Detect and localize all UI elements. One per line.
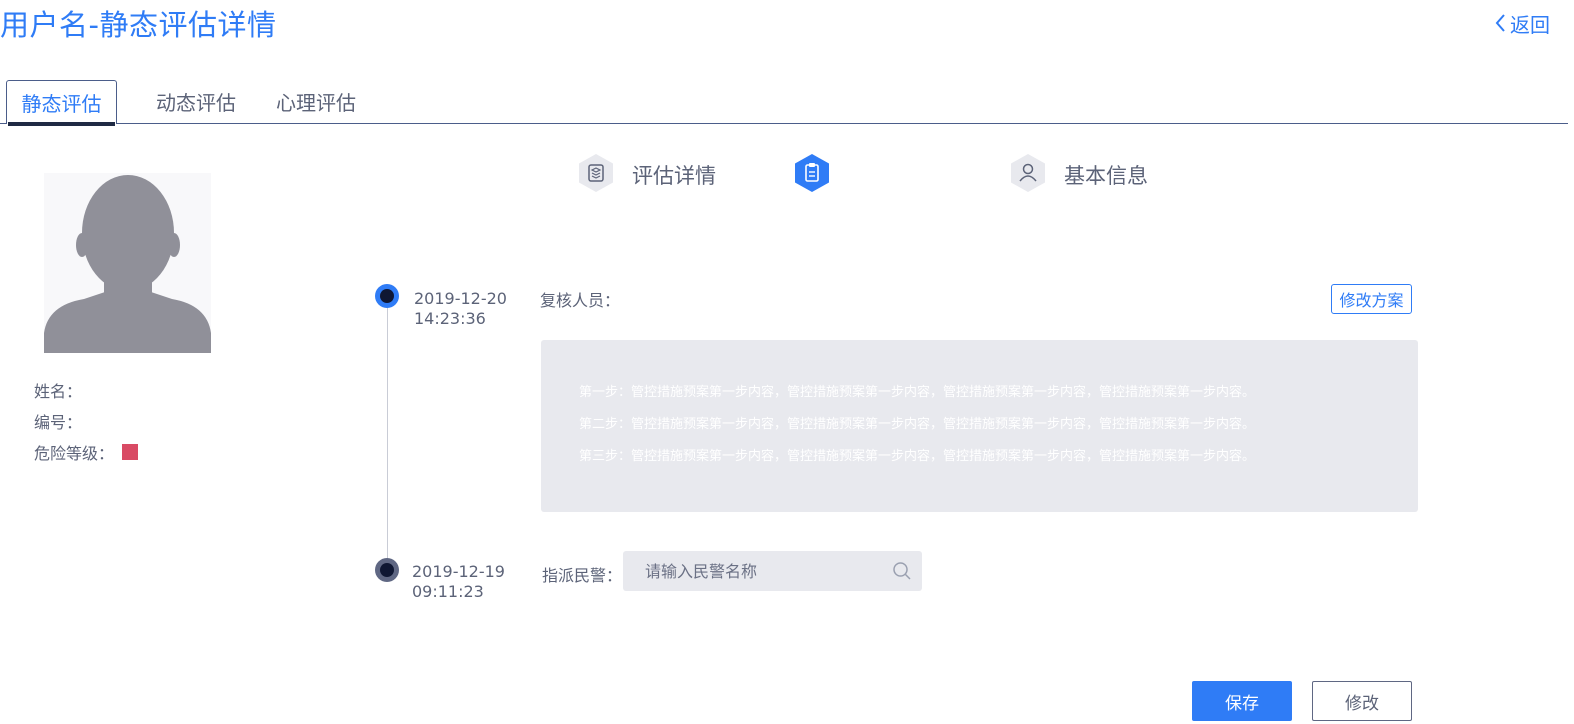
- timeline-time: 14:23:36: [414, 309, 486, 328]
- timeline-timestamp: 2019-12-19 09:11:23: [412, 562, 505, 602]
- chevron-left-icon: [1495, 14, 1505, 32]
- plan-panel: 第一步：管控措施预案第一步内容，管控措施预案第一步内容，管控措施预案第一步内容，…: [541, 340, 1418, 512]
- assign-officer-label: 指派民警：: [542, 566, 623, 585]
- search-icon[interactable]: [892, 561, 912, 581]
- user-silhouette-icon: [44, 175, 211, 353]
- page-title: 用户名-静态评估详情: [0, 8, 277, 42]
- tab-dynamic-assessment[interactable]: 动态评估: [152, 78, 240, 124]
- user-icon[interactable]: [1010, 153, 1046, 193]
- risk-level-label: 危险等级：: [34, 444, 115, 463]
- clipboard-icon[interactable]: [794, 153, 830, 193]
- edit-button[interactable]: 修改: [1312, 681, 1412, 721]
- avatar: [44, 173, 211, 353]
- save-button[interactable]: 保存: [1192, 681, 1292, 721]
- timeline-timestamp: 2019-12-20 14:23:36: [414, 289, 507, 329]
- timeline-date: 2019-12-19: [412, 562, 505, 581]
- plan-step-1: 第一步：管控措施预案第一步内容，管控措施预案第一步内容，管控措施预案第一步内容，…: [579, 385, 1256, 400]
- edit-plan-button[interactable]: 修改方案: [1331, 284, 1412, 314]
- name-label: 姓名：: [34, 382, 83, 401]
- id-label: 编号：: [34, 413, 83, 432]
- timeline-line: [387, 296, 388, 570]
- back-label: 返回: [1510, 12, 1550, 37]
- plan-step-2: 第二步：管控措施预案第一步内容，管控措施预案第一步内容，管控措施预案第一步内容，…: [579, 417, 1256, 432]
- step-basic-info[interactable]: 基本信息: [1064, 160, 1148, 190]
- timeline-node-current: [375, 284, 399, 308]
- id-field: 编号：: [34, 409, 82, 433]
- risk-level-field: 危险等级：: [34, 440, 139, 464]
- back-button[interactable]: 返回: [1494, 10, 1550, 37]
- risk-level-indicator: [122, 444, 139, 460]
- timeline-node-past: [375, 558, 399, 582]
- plan-step-3: 第三步：管控措施预案第一步内容，管控措施预案第一步内容，管控措施预案第一步内容，…: [579, 449, 1256, 464]
- officer-search-input[interactable]: [623, 551, 922, 591]
- reviewer-label: 复核人员：: [540, 291, 621, 310]
- name-field: 姓名：: [34, 378, 82, 402]
- tab-psychological-assessment[interactable]: 心理评估: [272, 78, 360, 124]
- tab-static-assessment[interactable]: 静态评估: [6, 80, 117, 126]
- tab-bar: 静态评估 动态评估 心理评估: [0, 78, 1568, 126]
- step-assessment-details[interactable]: 评估详情: [632, 160, 716, 190]
- timeline-time: 09:11:23: [412, 582, 484, 601]
- timeline-date: 2019-12-20: [414, 289, 507, 308]
- layers-icon[interactable]: [578, 153, 614, 193]
